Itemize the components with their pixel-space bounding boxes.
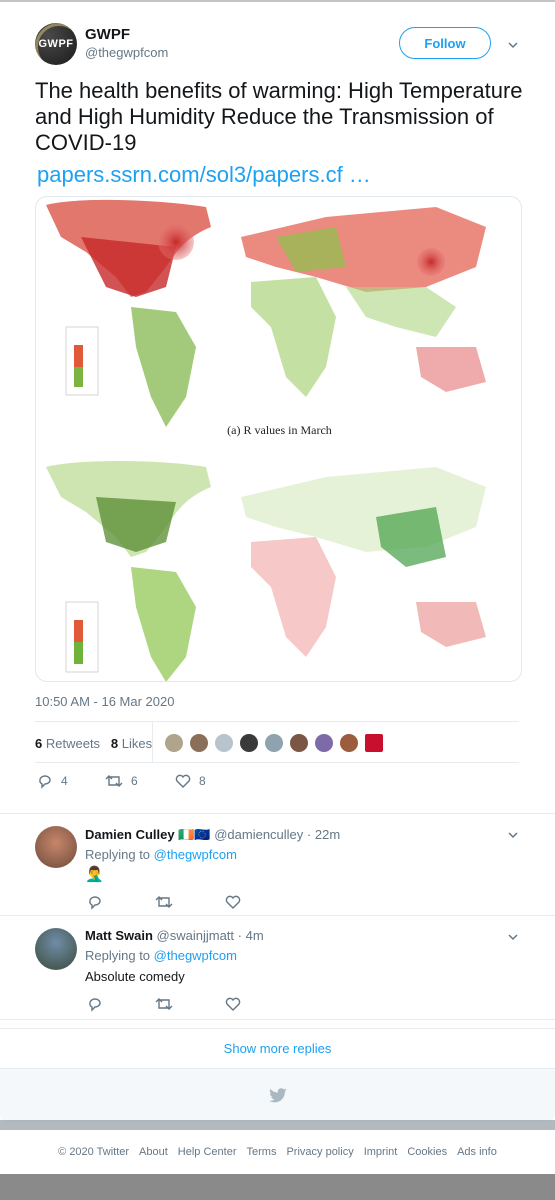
reply-item[interactable]: Matt Swain @swainjjmatt · 4m Replying to… <box>0 916 555 1020</box>
reply-count: 4 <box>61 774 68 788</box>
footer-link-about[interactable]: About <box>139 1146 168 1158</box>
author-avatar[interactable]: GWPF <box>35 23 77 65</box>
bottom-bar <box>0 1174 555 1200</box>
author-name[interactable]: GWPF <box>85 26 130 43</box>
follow-button[interactable]: Follow <box>399 27 491 59</box>
reply-author-handle[interactable]: @swainjjmatt <box>157 928 235 943</box>
map-caption: (a) R values in March <box>227 423 332 437</box>
reply-body: Absolute comedy <box>85 969 185 984</box>
footer-link-ads-info[interactable]: Ads info <box>457 1146 497 1158</box>
chevron-down-icon[interactable] <box>508 830 518 840</box>
liker-avatar[interactable] <box>240 734 258 752</box>
reply-time[interactable]: · 4m <box>238 928 264 943</box>
reply-flags: 🇮🇪🇪🇺 <box>178 827 211 842</box>
reply-icon[interactable] <box>87 996 103 1012</box>
replying-to-handle[interactable]: @thegwpfcom <box>154 847 237 862</box>
tweet-media-image[interactable]: (a) R values in March <box>35 196 522 682</box>
twitter-bird-footer <box>0 1068 555 1122</box>
footer-link-imprint[interactable]: Imprint <box>364 1146 398 1158</box>
reply-avatar[interactable] <box>35 826 77 868</box>
retweets-label[interactable]: Retweets <box>46 736 100 751</box>
reply-author-name[interactable]: Matt Swain <box>85 928 153 943</box>
tweet-text: The health benefits of warming: High Tem… <box>35 78 523 155</box>
reply-icon[interactable] <box>87 894 103 910</box>
replying-to: Replying to @thegwpfcom <box>85 948 237 963</box>
reply-icon <box>39 775 51 789</box>
stats-divider <box>152 722 153 763</box>
chevron-down-icon[interactable] <box>508 932 518 942</box>
tweet-card: GWPF GWPF @thegwpfcom Follow The health … <box>0 2 555 1122</box>
avatar-text: GWPF <box>38 38 74 50</box>
liker-avatar[interactable] <box>315 734 333 752</box>
reply-actions <box>87 996 247 1012</box>
reply-header: Damien Culley 🇮🇪🇪🇺 @damienculley · 22m <box>85 827 340 843</box>
reply-body: 🤦‍♂️ <box>85 866 104 883</box>
likes-count[interactable]: 8 <box>111 736 118 751</box>
replying-prefix: Replying to <box>85 948 151 963</box>
retweet-count: 6 <box>131 774 138 788</box>
retweets-count[interactable]: 6 <box>35 736 42 751</box>
liker-avatar[interactable] <box>340 734 358 752</box>
author-handle[interactable]: @thegwpfcom <box>85 45 168 60</box>
retweet-icon <box>105 775 123 787</box>
world-maps-image <box>46 199 486 681</box>
like-icon[interactable] <box>225 996 241 1012</box>
likes-label[interactable]: Likes <box>122 736 152 751</box>
like-count: 8 <box>199 774 206 788</box>
legend-upper <box>65 326 99 396</box>
footer-link-help-center[interactable]: Help Center <box>178 1146 237 1158</box>
reply-item[interactable]: Damien Culley 🇮🇪🇪🇺 @damienculley · 22m R… <box>0 813 555 916</box>
tweet-stats: 6 Retweets 8 Likes <box>35 721 519 763</box>
twitter-bird-icon[interactable] <box>268 1087 288 1104</box>
replying-to: Replying to @thegwpfcom <box>85 847 237 862</box>
chevron-down-icon[interactable] <box>508 40 518 50</box>
legend-lower <box>65 601 99 673</box>
reply-author-handle[interactable]: @damienculley <box>214 827 303 842</box>
liker-avatar[interactable] <box>365 734 383 752</box>
reply-header: Matt Swain @swainjjmatt · 4m <box>85 928 264 943</box>
tweet-actions: 4 6 8 <box>37 773 337 791</box>
liker-avatar[interactable] <box>265 734 283 752</box>
like-icon <box>175 774 191 788</box>
page-footer: © 2020 Twitter About Help Center Terms P… <box>0 1130 555 1174</box>
page-divider <box>0 1120 555 1130</box>
reply-actions <box>87 894 247 910</box>
map-march <box>46 199 486 427</box>
replying-to-handle[interactable]: @thegwpfcom <box>154 948 237 963</box>
retweet-icon[interactable] <box>155 894 173 910</box>
retweet-icon[interactable] <box>155 996 173 1012</box>
liker-avatar[interactable] <box>165 734 183 752</box>
reply-avatar[interactable] <box>35 928 77 970</box>
retweet-action[interactable]: 6 <box>105 773 138 789</box>
footer-copyright: © 2020 Twitter <box>58 1146 130 1158</box>
tweet-timestamp[interactable]: 10:50 AM - 16 Mar 2020 <box>35 694 174 709</box>
like-icon[interactable] <box>225 894 241 910</box>
map-april <box>46 461 486 681</box>
tweet-link[interactable]: papers.ssrn.com/sol3/papers.cf … <box>37 162 371 188</box>
reply-action[interactable]: 4 <box>37 773 68 789</box>
like-action[interactable]: 8 <box>175 773 206 789</box>
liker-avatar[interactable] <box>215 734 233 752</box>
liker-avatar[interactable] <box>290 734 308 752</box>
footer-link-terms[interactable]: Terms <box>247 1146 277 1158</box>
liker-avatar[interactable] <box>190 734 208 752</box>
footer-link-cookies[interactable]: Cookies <box>407 1146 447 1158</box>
replying-prefix: Replying to <box>85 847 151 862</box>
show-more-replies-button[interactable]: Show more replies <box>0 1028 555 1068</box>
reply-author-name[interactable]: Damien Culley <box>85 827 175 842</box>
reply-time[interactable]: · 22m <box>307 827 340 842</box>
footer-link-privacy[interactable]: Privacy policy <box>286 1146 353 1158</box>
stats-text: 6 Retweets 8 Likes <box>35 736 152 751</box>
